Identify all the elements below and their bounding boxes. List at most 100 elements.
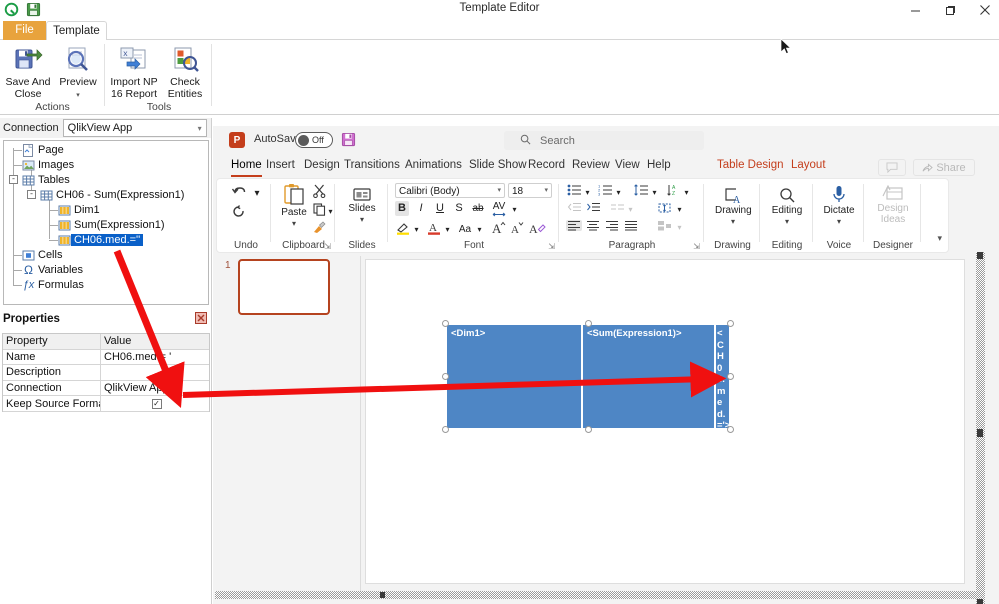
scrollbar-thumb-handle[interactable] <box>380 592 385 598</box>
resize-handle-top-center[interactable] <box>585 320 592 327</box>
clear-formatting-button[interactable]: A <box>528 221 546 234</box>
strikethrough-button[interactable]: ab <box>471 203 485 214</box>
close-icon[interactable] <box>970 0 999 20</box>
property-name-value[interactable]: CH06.med.= ' <box>101 350 209 366</box>
tab-record[interactable]: Record <box>528 156 565 178</box>
change-case-button[interactable]: Aa <box>456 224 474 235</box>
tab-slide-show[interactable]: Slide Show <box>469 156 527 178</box>
justify-button[interactable] <box>623 220 639 231</box>
check-entities-button[interactable]: Check Entities <box>159 44 211 100</box>
slide-canvas[interactable]: <Dim1> <Sum(Expression1)> <CH06.med.='> <box>365 259 965 584</box>
maximize-icon[interactable] <box>935 0 965 20</box>
resize-handle-bottom-left[interactable] <box>442 426 449 433</box>
tree-node-cells[interactable]: Cells <box>8 248 62 262</box>
resize-handle-top-left[interactable] <box>442 320 449 327</box>
character-spacing-caret-icon[interactable]: ▾ <box>510 204 519 215</box>
copy-button[interactable] <box>311 203 327 216</box>
line-spacing-button[interactable] <box>633 184 649 196</box>
drawing-button[interactable]: A Drawing ▾ <box>715 187 752 227</box>
properties-grid[interactable]: Property Value Name CH06.med.= ' Descrip… <box>2 333 210 412</box>
convert-smartart-button[interactable] <box>656 220 673 232</box>
drawing-caret-icon[interactable]: ▾ <box>715 216 751 227</box>
scrollbar-thumb-middle[interactable] <box>977 429 983 437</box>
table-cell-sum-expression1[interactable]: <Sum(Expression1)> <box>582 324 715 429</box>
align-right-button[interactable] <box>604 220 620 231</box>
resize-handle-middle-left[interactable] <box>442 373 449 380</box>
tab-design[interactable]: Design <box>304 156 340 178</box>
table-row[interactable]: Description <box>3 365 209 381</box>
design-ideas-button[interactable]: Design Ideas <box>873 185 913 225</box>
columns-caret-icon[interactable]: ▾ <box>626 204 635 215</box>
increase-font-size-button[interactable]: A <box>490 221 506 234</box>
save-icon[interactable] <box>341 132 356 147</box>
comment-icon[interactable] <box>878 159 906 176</box>
undo-caret-icon[interactable]: ▾ <box>252 188 262 199</box>
table-row[interactable]: Connection QlikView App <box>3 380 209 397</box>
autosave-toggle[interactable]: Off <box>295 132 333 148</box>
tree-node-dim1[interactable]: Dim1 <box>44 203 100 217</box>
character-spacing-button[interactable]: AV <box>490 201 508 217</box>
properties-close-icon[interactable] <box>195 312 207 324</box>
tab-template[interactable]: Template <box>46 21 107 41</box>
preview-button[interactable]: Preview ▾ <box>52 44 104 102</box>
line-spacing-caret-icon[interactable]: ▾ <box>650 187 659 198</box>
scrollbar-thumb-top[interactable] <box>977 252 983 259</box>
resize-handle-top-right[interactable] <box>727 320 734 327</box>
highlight-caret-icon[interactable]: ▾ <box>412 224 421 235</box>
save-and-close-button[interactable]: Save And Close <box>2 44 54 100</box>
text-direction-caret-icon[interactable]: ▾ <box>675 204 684 215</box>
sort-button[interactable]: AZ <box>665 184 681 196</box>
tab-table-design[interactable]: Table Design <box>717 156 783 178</box>
chevron-down-icon[interactable]: ▾ <box>544 186 548 194</box>
bullets-caret-icon[interactable]: ▾ <box>583 187 592 198</box>
tab-layout[interactable]: Layout <box>791 156 826 178</box>
tab-animations[interactable]: Animations <box>405 156 462 178</box>
slide-thumbnail-1[interactable] <box>238 259 330 315</box>
tree-node-page[interactable]: Page <box>8 143 64 157</box>
font-family-select[interactable]: Calibri (Body) ▾ <box>395 183 505 198</box>
increase-indent-button[interactable] <box>585 202 601 213</box>
chevron-down-icon[interactable]: ▾ <box>497 186 501 194</box>
redo-button[interactable] <box>227 205 251 219</box>
tree-node-ch06-sum-expression1[interactable]: - CH06 - Sum(Expression1) <box>26 188 184 202</box>
resize-handle-middle-right[interactable] <box>727 373 734 380</box>
tab-transitions[interactable]: Transitions <box>344 156 400 178</box>
text-shadow-button[interactable]: S <box>453 203 465 214</box>
property-keep-source-formats-value[interactable]: ✓ <box>101 396 209 412</box>
font-color-caret-icon[interactable]: ▾ <box>443 224 452 235</box>
paste-caret-icon[interactable]: ▾ <box>279 218 309 229</box>
share-button[interactable]: Share <box>913 159 975 176</box>
vertical-scrollbar[interactable] <box>976 252 985 604</box>
tab-review[interactable]: Review <box>572 156 610 178</box>
text-direction-button[interactable] <box>656 202 673 214</box>
property-description-value[interactable] <box>101 365 209 381</box>
sort-caret-icon[interactable]: ▾ <box>682 187 691 198</box>
tab-home[interactable]: Home <box>231 156 262 178</box>
tree-expander-icon[interactable]: - <box>9 175 18 184</box>
tree-node-formulas[interactable]: ƒx Formulas <box>8 278 84 292</box>
align-left-button[interactable] <box>566 220 582 231</box>
tree-node-images[interactable]: Images <box>8 158 74 172</box>
tab-help[interactable]: Help <box>647 156 671 178</box>
tab-insert[interactable]: Insert <box>266 156 295 178</box>
resize-handle-bottom-center[interactable] <box>585 426 592 433</box>
ribbon-collapse-icon[interactable]: ▾ <box>937 233 942 244</box>
preview-caret-icon[interactable]: ▾ <box>76 92 80 99</box>
dictate-caret-icon[interactable]: ▾ <box>821 216 857 227</box>
decrease-font-size-button[interactable]: A <box>508 221 524 234</box>
tab-view[interactable]: View <box>615 156 640 178</box>
align-center-button[interactable] <box>585 220 601 231</box>
columns-button[interactable] <box>609 202 625 213</box>
tree-node-variables[interactable]: Ω Variables <box>8 263 83 277</box>
format-painter-button[interactable] <box>311 221 327 234</box>
table-row[interactable]: Name CH06.med.= ' <box>3 349 209 366</box>
bullets-button[interactable] <box>566 184 582 196</box>
paragraph-dialog-launcher[interactable]: ⇲ <box>693 242 700 251</box>
numbering-button[interactable]: 123 <box>597 184 613 196</box>
import-np-report-button[interactable]: x Import NP 16 Report <box>108 44 160 100</box>
resize-handle-bottom-right[interactable] <box>727 426 734 433</box>
smartart-caret-icon[interactable]: ▾ <box>675 222 684 233</box>
entity-tree[interactable]: Page Images - Tables - CH06 - Sum(Expres… <box>3 140 209 305</box>
editing-button[interactable]: Editing ▾ <box>769 187 805 227</box>
tree-node-sum-expression1[interactable]: Sum(Expression1) <box>44 218 164 232</box>
